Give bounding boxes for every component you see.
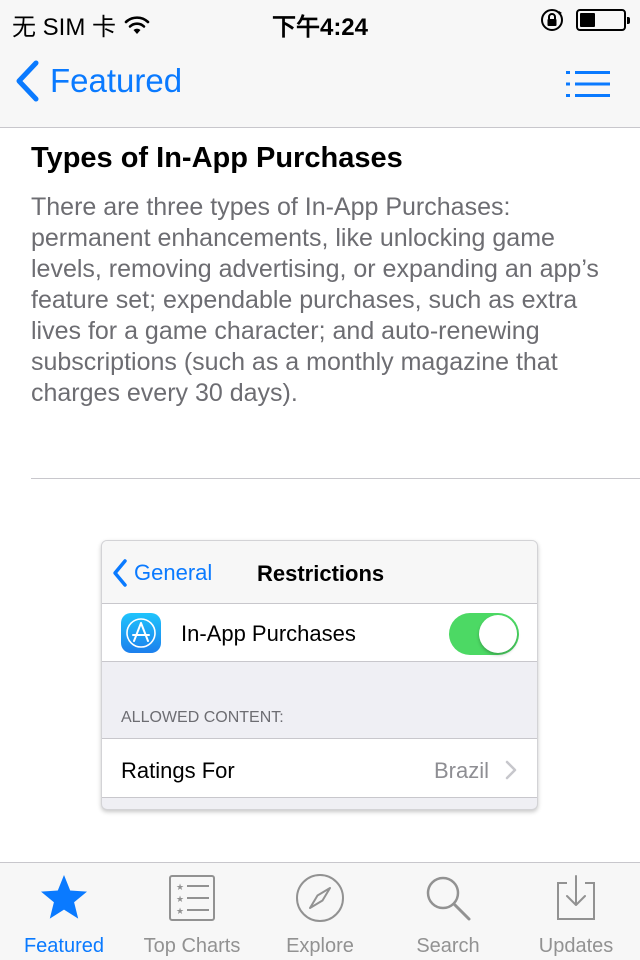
back-button[interactable]: Featured (14, 60, 182, 102)
in-app-purchases-toggle (449, 613, 519, 655)
in-app-purchases-label: In-App Purchases (181, 621, 356, 646)
section-divider (31, 478, 640, 479)
tab-label: Featured (23, 935, 105, 957)
restrictions-screenshot: General Restrictions In-App Purchases AL… (101, 540, 538, 810)
tab-featured[interactable]: Featured (0, 863, 128, 960)
back-label: Featured (50, 62, 183, 99)
status-right (540, 8, 630, 32)
tab-explore[interactable]: Explore (256, 863, 384, 960)
figure-back-button: General (112, 558, 212, 588)
figure-back-label: General (134, 560, 213, 585)
tab-label: Explore (286, 935, 354, 957)
rotation-lock-icon (541, 9, 563, 31)
updates-icon (557, 875, 595, 920)
tab-label: Updates (538, 935, 614, 957)
in-app-purchases-row: In-App Purchases (102, 604, 537, 662)
svg-text:★: ★ (176, 895, 184, 905)
chevron-left-icon (113, 559, 127, 587)
tab-top-charts[interactable]: ★ ★ ★ Top Charts (128, 863, 256, 960)
app-store-icon (121, 613, 161, 653)
article-body: There are three types of In-App Purchase… (31, 193, 599, 407)
top-charts-icon: ★ ★ ★ (169, 875, 215, 921)
battery-level (580, 13, 595, 27)
nav-bar: Featured (0, 40, 640, 128)
tab-label: Top Charts (143, 935, 241, 957)
allowed-content-header: ALLOWED CONTENT: (121, 709, 284, 726)
status-bar: 无 SIM 卡 下午4:24 (0, 0, 640, 41)
battery-icon (576, 9, 630, 31)
search-icon (426, 876, 471, 921)
star-icon (41, 875, 87, 919)
ratings-for-label: Ratings For (121, 758, 235, 783)
tab-label: Search (416, 935, 480, 957)
ratings-for-value: Brazil (433, 758, 489, 783)
figure-nav-bar: General Restrictions (102, 541, 537, 604)
list-icon[interactable] (566, 70, 610, 98)
tab-updates[interactable]: Updates (512, 863, 640, 960)
chevron-right-icon (505, 760, 517, 780)
compass-icon (296, 874, 344, 922)
svg-text:★: ★ (176, 883, 184, 893)
chevron-left-icon (16, 60, 39, 102)
svg-text:★: ★ (176, 907, 184, 917)
article-title: Types of In-App Purchases (31, 142, 403, 174)
figure-title: Restrictions (257, 561, 385, 586)
ratings-for-row: Ratings For Brazil (102, 738, 537, 798)
toggle-knob (479, 615, 517, 653)
tab-bar: Featured ★ ★ ★ Top Charts Explore Search… (0, 862, 640, 960)
tab-search[interactable]: Search (384, 863, 512, 960)
